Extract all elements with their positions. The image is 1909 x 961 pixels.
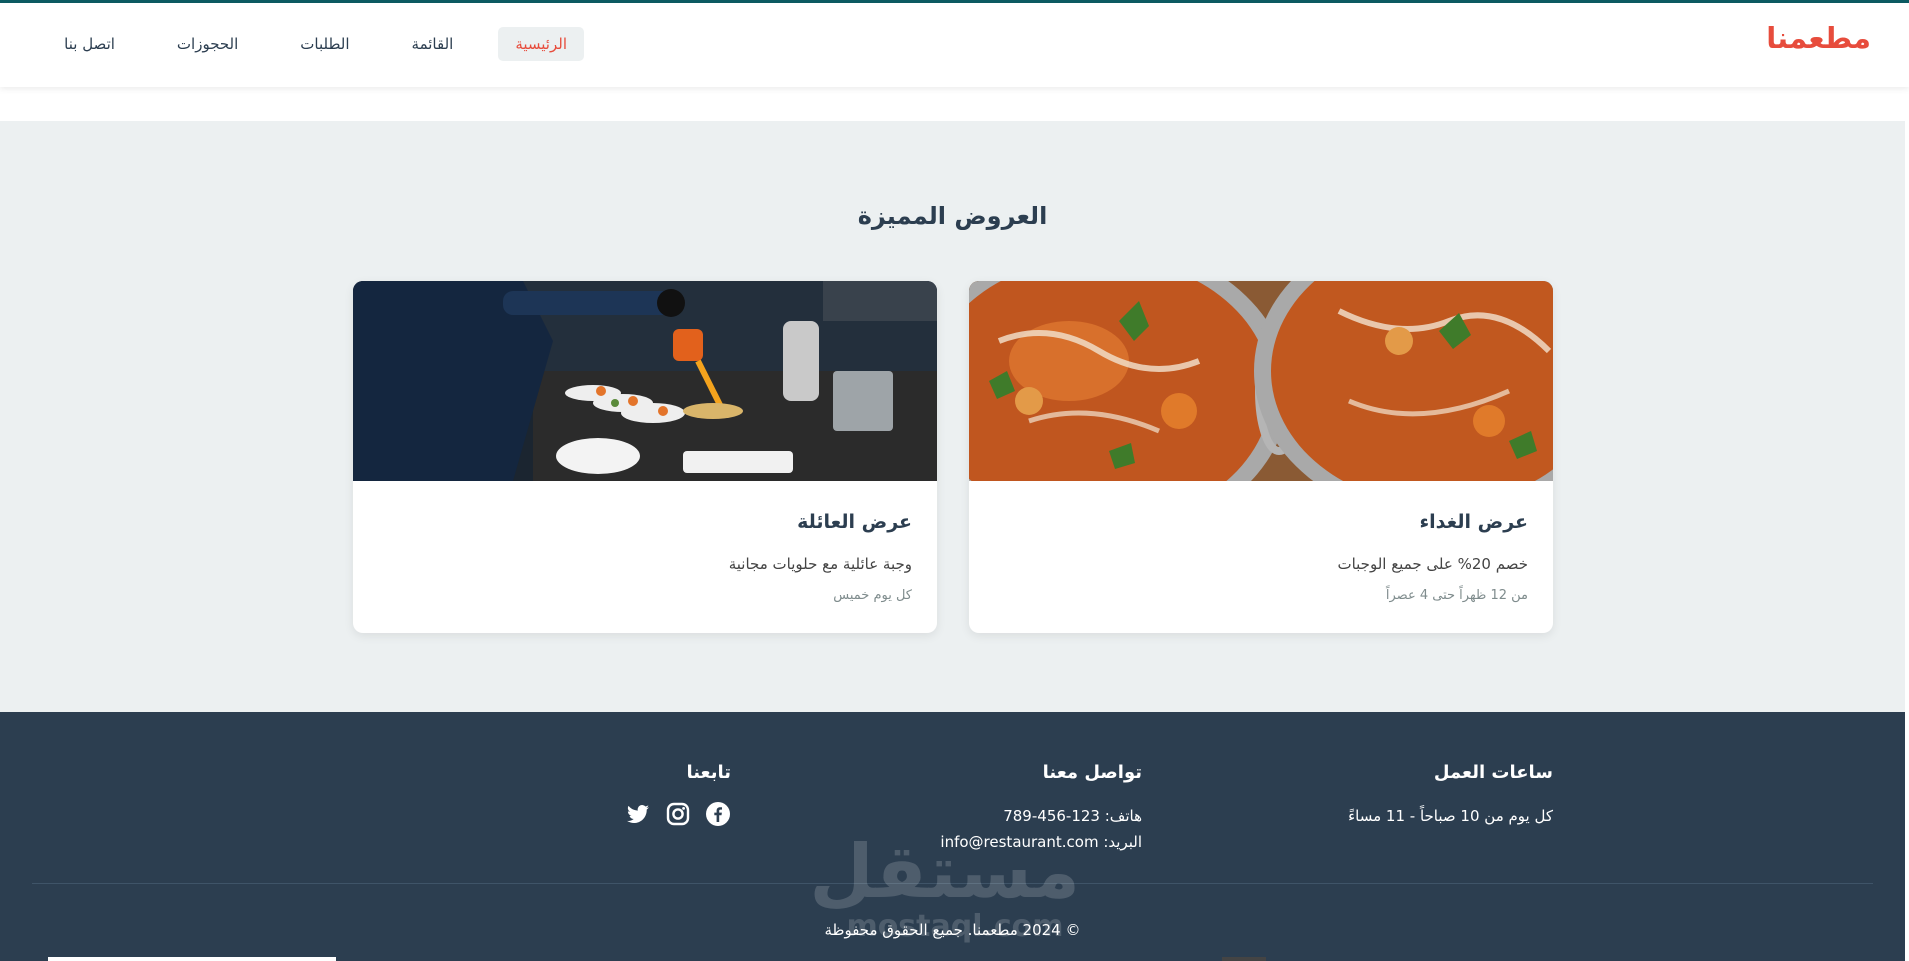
nav-home[interactable]: الرئيسية bbox=[498, 27, 584, 61]
bottom-bar bbox=[48, 957, 336, 961]
instagram-icon[interactable] bbox=[665, 801, 691, 827]
curry-dishes-image bbox=[969, 281, 1553, 481]
footer-email: البريد: info@restaurant.com bbox=[940, 833, 1142, 851]
offer-description: وجبة عائلية مع حلويات مجانية bbox=[728, 555, 912, 573]
footer-contact: تواصل معنا هاتف: 123-456-789 البريد: inf… bbox=[940, 762, 1142, 855]
site-footer: ساعات العمل كل يوم من 10 صباحاً - 11 مسا… bbox=[0, 712, 1905, 961]
social-links bbox=[625, 801, 731, 827]
footer-divider bbox=[32, 883, 1873, 884]
offer-card-lunch[interactable]: عرض الغداء خصم 20% على جميع الوجبات من 1… bbox=[969, 281, 1553, 633]
footer-follow-title: تابعنا bbox=[686, 762, 731, 783]
offer-title: عرض العائلة bbox=[797, 511, 912, 533]
copyright-text: © 2024 مطعمنا. جميع الحقوق محفوظة bbox=[824, 921, 1081, 939]
main-nav: الرئيسية القائمة الطلبات الحجوزات اتصل ب… bbox=[30, 27, 584, 61]
chef-kitchen-image bbox=[353, 281, 937, 481]
nav-contact[interactable]: اتصل بنا bbox=[47, 27, 132, 61]
offers-title: العروض المميزة bbox=[857, 202, 1048, 230]
footer-hours-text: كل يوم من 10 صباحاً - 11 مساءً bbox=[1348, 807, 1553, 825]
nav-menu[interactable]: القائمة bbox=[395, 27, 471, 61]
twitter-icon[interactable] bbox=[625, 801, 651, 827]
offer-description: خصم 20% على جميع الوجبات bbox=[1337, 555, 1528, 573]
offer-title: عرض الغداء bbox=[1419, 511, 1528, 533]
footer-contact-title: تواصل معنا bbox=[1042, 762, 1142, 783]
header-spacer bbox=[0, 87, 1909, 121]
facebook-icon[interactable] bbox=[705, 801, 731, 827]
offer-time: كل يوم خميس bbox=[833, 588, 912, 603]
footer-hours: ساعات العمل كل يوم من 10 صباحاً - 11 مسا… bbox=[1348, 762, 1553, 829]
footer-phone: هاتف: 123-456-789 bbox=[1003, 807, 1142, 825]
nav-orders[interactable]: الطلبات bbox=[283, 27, 366, 61]
offers-cards: عرض الغداء خصم 20% على جميع الوجبات من 1… bbox=[353, 281, 1553, 633]
scrollbar-track[interactable] bbox=[1905, 87, 1909, 961]
offer-card-family[interactable]: عرض العائلة وجبة عائلية مع حلويات مجانية… bbox=[353, 281, 937, 633]
site-header: مطعمنا الرئيسية القائمة الطلبات الحجوزات… bbox=[0, 3, 1909, 87]
offer-time: من 12 ظهراً حتى 4 عصراً bbox=[1385, 588, 1528, 603]
footer-hours-title: ساعات العمل bbox=[1433, 762, 1553, 783]
bottom-bar-marker bbox=[1222, 957, 1266, 961]
footer-follow: تابعنا bbox=[625, 762, 731, 827]
nav-reservations[interactable]: الحجوزات bbox=[160, 27, 255, 61]
site-logo[interactable]: مطعمنا bbox=[1766, 21, 1871, 55]
